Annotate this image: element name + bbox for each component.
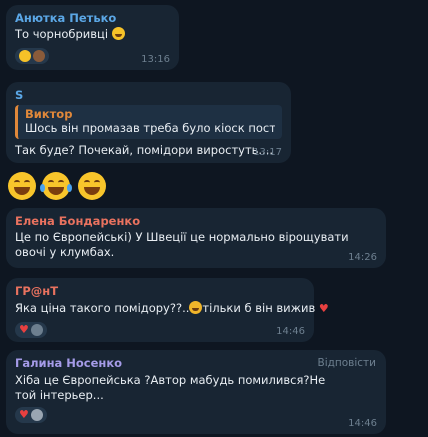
message-time: 14:26 [348,252,377,263]
message-time: 13:16 [141,54,170,65]
reply-text: Шось він промазав треба було кіоск поста… [25,121,275,135]
avatar [33,50,45,62]
message-bubble[interactable]: S Виктор Шось він промазав треба було кі… [6,82,291,163]
smile-face-icon [19,50,31,62]
message-time: 14:46 [348,418,377,429]
message-text: Яка ціна такого помідору??.. тільки б він… [15,301,329,315]
reply-quote[interactable]: Виктор Шось він промазав треба було кіос… [15,105,282,139]
tears-of-joy-icon [40,172,72,200]
message-bubble[interactable]: Галина Носенко Відповісти Хіба це Європе… [6,350,386,434]
message-text: Хіба це Європейська ?Автор мабудь помили… [15,373,326,402]
reply-button[interactable]: Відповісти [318,357,377,369]
grin-face-icon [78,172,106,200]
message-bubble[interactable]: Елена Бондаренко Це по Європейські) У Шв… [6,208,386,268]
heart-icon: ♥ [318,302,329,315]
message-time: 13:17 [253,147,282,158]
message-time: 14:46 [276,326,305,337]
reactions[interactable]: ♥ [15,407,47,423]
sad-face-icon [189,301,203,314]
heart-icon: ♥ [19,408,29,421]
smile-face-icon [111,27,125,40]
sender-name[interactable]: S [15,88,282,102]
message-text: Так буде? Почекай, помідори виростуть...… [15,143,274,157]
sender-name[interactable]: Елена Бондаренко [15,214,377,228]
message-text: Це по Європейські) У Швеції це нормально… [15,230,349,259]
heart-icon: ♥ [19,323,29,336]
sender-name[interactable]: Анютка Петько [15,11,170,25]
reply-author: Виктор [25,107,73,121]
message-text: То чорнобривці [15,27,170,42]
avatar [30,324,43,336]
sender-name[interactable]: ГР@нТ [15,284,305,298]
message-bubble[interactable]: ГР@нТ Яка ціна такого помідору??.. тільки… [6,278,329,342]
reactions[interactable]: ♥ [15,322,47,338]
reactions[interactable] [15,48,49,64]
avatar [30,409,43,421]
grin-face-icon [8,172,36,200]
message-bubble[interactable]: Анютка Петько То чорнобривці 13:16 [6,5,179,70]
